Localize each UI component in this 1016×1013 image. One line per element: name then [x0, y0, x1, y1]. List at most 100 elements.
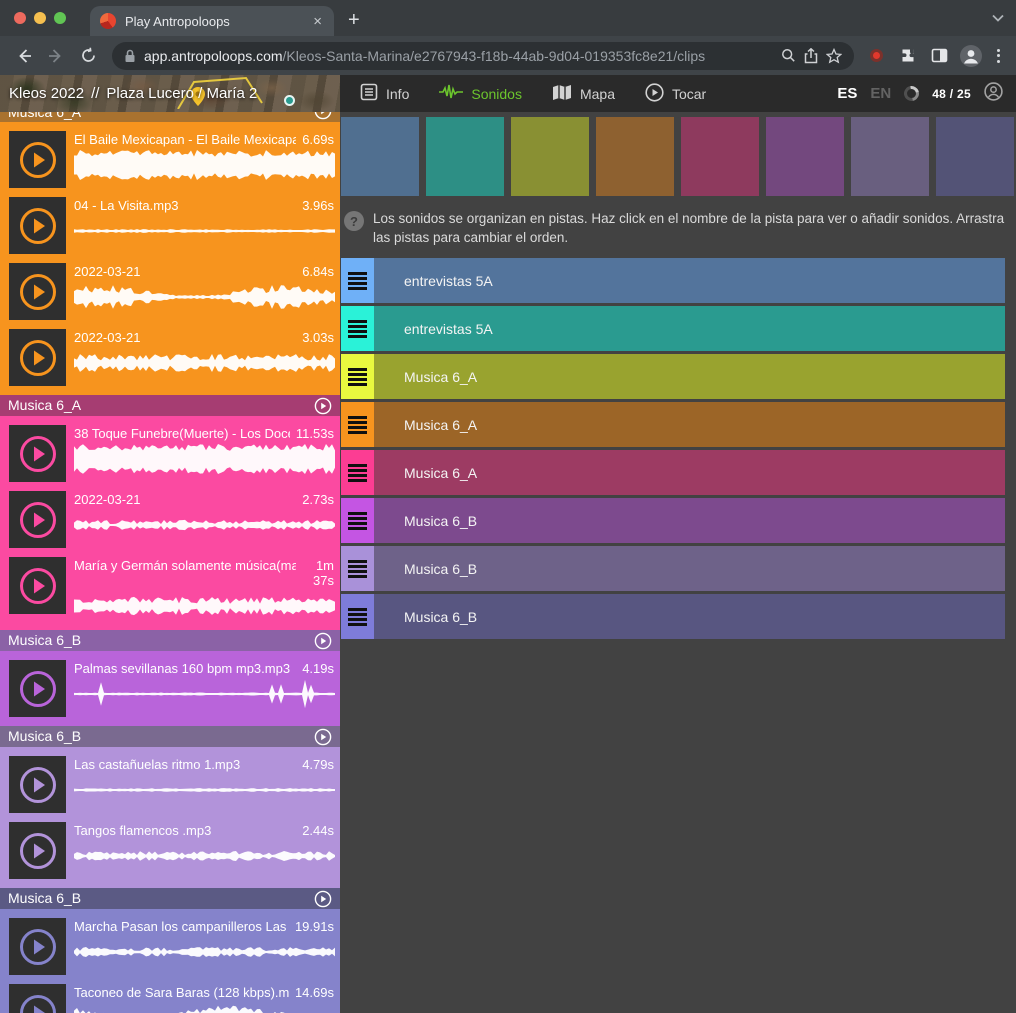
clip-play-button[interactable]: [9, 822, 66, 879]
track-header[interactable]: Musica 6_A: [0, 112, 340, 122]
browser-menu-icon[interactable]: [989, 49, 1006, 63]
track-row-label-area[interactable]: Musica 6_B: [374, 498, 1005, 543]
clip-item[interactable]: 2022-03-212.73s: [0, 491, 340, 548]
lang-es-button[interactable]: ES: [837, 85, 857, 102]
track-drag-handle[interactable]: [341, 402, 374, 447]
track-row-label-area[interactable]: entrevistas 5A: [374, 306, 1005, 351]
browser-tab[interactable]: Play Antropoloops ×: [90, 6, 334, 36]
tab-search-chevron-icon[interactable]: [992, 9, 1004, 27]
track-row-label-area[interactable]: Musica 6_B: [374, 594, 1005, 639]
track-row[interactable]: Musica 6_B: [341, 498, 1005, 543]
clip-item[interactable]: Palmas sevillanas 160 bpm mp3.mp34.19s: [0, 660, 340, 717]
clip-play-button[interactable]: [9, 425, 66, 482]
extensions-puzzle-icon[interactable]: [893, 42, 921, 70]
track-play-icon[interactable]: [314, 728, 332, 746]
clip-play-button[interactable]: [9, 918, 66, 975]
track-color-cell[interactable]: [766, 117, 844, 196]
track-play-icon[interactable]: [314, 397, 332, 415]
clip-item[interactable]: Las castañuelas ritmo 1.mp34.79s: [0, 756, 340, 813]
bookmark-star-icon[interactable]: [826, 48, 842, 64]
track-row-label-area[interactable]: Musica 6_A: [374, 402, 1005, 447]
track-row[interactable]: Musica 6_A: [341, 450, 1005, 495]
side-panel-icon[interactable]: [925, 42, 953, 70]
clip-play-button[interactable]: [9, 756, 66, 813]
track-drag-handle[interactable]: [341, 258, 374, 303]
track-header[interactable]: Musica 6_A: [0, 395, 340, 416]
clip-play-button[interactable]: [9, 329, 66, 386]
clip-play-button[interactable]: [9, 197, 66, 254]
clip-item[interactable]: 2022-03-213.03s: [0, 329, 340, 386]
track-row[interactable]: entrevistas 5A: [341, 258, 1005, 303]
track-row[interactable]: Musica 6_A: [341, 402, 1005, 447]
track-color-cell[interactable]: [851, 117, 929, 196]
track-play-icon[interactable]: [314, 632, 332, 650]
clip-item[interactable]: El Baile Mexicapan - El Baile Mexicapan.…: [0, 131, 340, 188]
track-drag-handle[interactable]: [341, 594, 374, 639]
close-window-button[interactable]: [14, 12, 26, 24]
share-icon[interactable]: [804, 48, 818, 64]
breadcrumb-project[interactable]: Kleos 2022: [9, 85, 84, 102]
track-row-label-area[interactable]: Musica 6_A: [374, 450, 1005, 495]
track-play-icon[interactable]: [314, 112, 332, 120]
nav-item-sonidos[interactable]: Sonidos: [439, 83, 522, 104]
tab-close-icon[interactable]: ×: [311, 14, 324, 29]
clip-play-button[interactable]: [9, 557, 66, 614]
lock-icon[interactable]: [124, 49, 136, 63]
track-drag-handle[interactable]: [341, 306, 374, 351]
track-color-cell[interactable]: [936, 117, 1014, 196]
address-bar[interactable]: app.antropoloops.com/Kleos-Santa-Marina/…: [112, 42, 854, 70]
new-tab-button[interactable]: +: [348, 10, 360, 30]
clip-play-button[interactable]: [9, 131, 66, 188]
user-account-icon[interactable]: [984, 82, 1003, 106]
track-row[interactable]: entrevistas 5A: [341, 306, 1005, 351]
clip-item[interactable]: Tangos flamencos .mp32.44s: [0, 822, 340, 879]
track-header[interactable]: Musica 6_B: [0, 888, 340, 909]
reload-button[interactable]: [74, 42, 102, 70]
breadcrumb-page[interactable]: Plaza Lucero / María 2: [106, 85, 257, 102]
clip-play-button[interactable]: [9, 491, 66, 548]
track-row-label-area[interactable]: Musica 6_A: [374, 354, 1005, 399]
nav-item-tocar[interactable]: Tocar: [645, 83, 706, 105]
zoom-page-icon[interactable]: [781, 48, 796, 63]
breadcrumb: Kleos 2022 // Plaza Lucero / María 2: [9, 75, 257, 112]
track-row[interactable]: Musica 6_B: [341, 594, 1005, 639]
forward-button[interactable]: [42, 42, 70, 70]
clip-item[interactable]: Marcha Pasan los campanilleros Las Mejor…: [0, 918, 340, 975]
clip-item[interactable]: Taconeo de Sara Baras (128 kbps).mp314.6…: [0, 984, 340, 1013]
browser-profile-avatar[interactable]: [957, 42, 985, 70]
track-color-cell[interactable]: [681, 117, 759, 196]
nav-item-mapa[interactable]: Mapa: [552, 84, 615, 104]
track-color-cell[interactable]: [511, 117, 589, 196]
track-play-icon[interactable]: [314, 890, 332, 908]
map-thumbnail[interactable]: Kleos 2022 // Plaza Lucero / María 2: [0, 75, 340, 112]
zoom-window-button[interactable]: [54, 12, 66, 24]
track-color-cell[interactable]: [596, 117, 674, 196]
track-row-label-area[interactable]: entrevistas 5A: [374, 258, 1005, 303]
track-color-cell[interactable]: [341, 117, 419, 196]
nav-item-info[interactable]: Info: [360, 83, 409, 104]
lang-en-button[interactable]: EN: [870, 85, 891, 102]
clip-play-button[interactable]: [9, 660, 66, 717]
clip-item[interactable]: 04 - La Visita.mp33.96s: [0, 197, 340, 254]
clip-item[interactable]: 2022-03-216.84s: [0, 263, 340, 320]
track-header[interactable]: Musica 6_B: [0, 630, 340, 651]
clip-play-button[interactable]: [9, 984, 66, 1013]
clip-body: El Baile Mexicapan - El Baile Mexicapan.…: [66, 131, 334, 188]
track-drag-handle[interactable]: [341, 546, 374, 591]
clip-play-button[interactable]: [9, 263, 66, 320]
clip-item[interactable]: 38 Toque Funebre(Muerte) - Los Doce Par.…: [0, 425, 340, 482]
track-row[interactable]: Musica 6_A: [341, 354, 1005, 399]
record-extension-icon[interactable]: [870, 49, 883, 62]
track-drag-handle[interactable]: [341, 354, 374, 399]
minimize-window-button[interactable]: [34, 12, 46, 24]
clip-item[interactable]: María y Germán solamente música(maría 2.…: [0, 557, 340, 621]
track-header[interactable]: Musica 6_B: [0, 726, 340, 747]
track-row-label-area[interactable]: Musica 6_B: [374, 546, 1005, 591]
track-drag-handle[interactable]: [341, 498, 374, 543]
back-button[interactable]: [10, 42, 38, 70]
track-drag-handle[interactable]: [341, 450, 374, 495]
track-row[interactable]: Musica 6_B: [341, 546, 1005, 591]
clips-sidebar: Musica 6_A El Baile Mexicapan - El Baile…: [0, 112, 340, 1013]
track-color-cell[interactable]: [426, 117, 504, 196]
loading-spinner-icon: [901, 83, 922, 104]
